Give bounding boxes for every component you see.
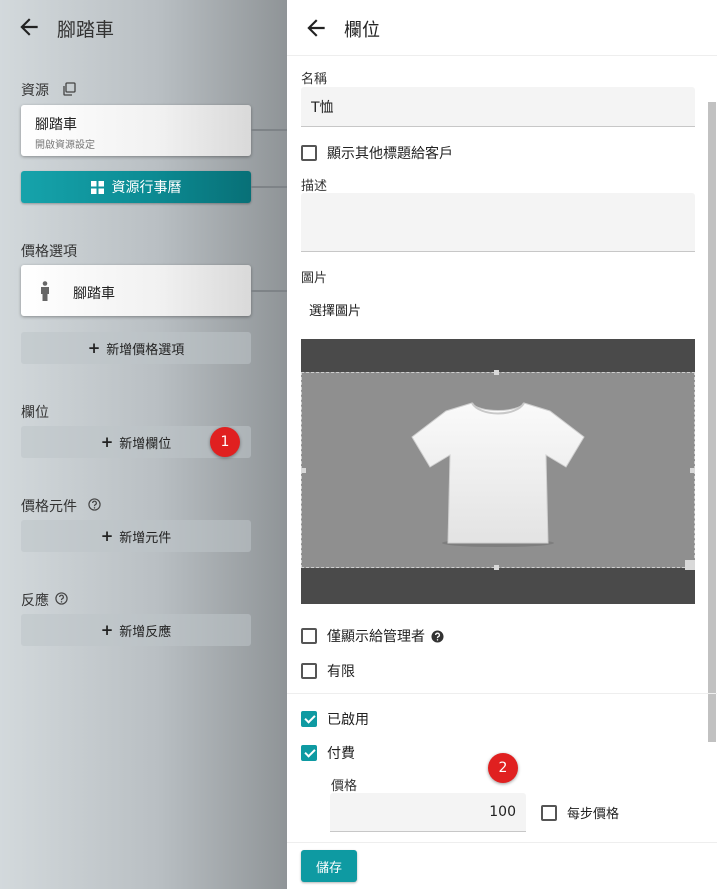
price-option-card[interactable]: 腳踏車 xyxy=(21,265,251,316)
resources-section-label: 資源 xyxy=(21,83,49,99)
admin-only-label: 僅顯示給管理者 xyxy=(327,629,425,645)
add-price-option-label: 新增價格選項 xyxy=(106,342,185,358)
step-badge-2: 2 xyxy=(488,753,518,783)
price-input[interactable] xyxy=(330,793,526,832)
resource-calendar-label: 資源行事曆 xyxy=(111,180,182,196)
scrollbar[interactable] xyxy=(708,102,716,742)
tshirt-image xyxy=(411,402,585,547)
back-arrow-icon[interactable] xyxy=(303,15,329,41)
field-editor-panel: 欄位 名稱 顯示其他標題給客戶 描述 圖片 選擇圖片 xyxy=(287,0,717,889)
show-other-title-label: 顯示其他標題給客戶 xyxy=(327,146,453,162)
price-option-card-name: 腳踏車 xyxy=(73,286,115,302)
crop-handle[interactable] xyxy=(494,370,499,375)
resource-card-subtitle: 開啟資源設定 xyxy=(35,140,95,151)
enabled-label: 已啟用 xyxy=(327,712,369,728)
add-price-option-button[interactable]: + 新增價格選項 xyxy=(21,332,251,364)
plus-icon: + xyxy=(100,621,114,639)
enabled-row[interactable]: 已啟用 xyxy=(301,709,369,729)
fields-section-label: 欄位 xyxy=(21,405,49,421)
plus-icon: + xyxy=(100,527,114,545)
limited-row[interactable]: 有限 xyxy=(301,661,355,681)
admin-only-row[interactable]: 僅顯示給管理者 xyxy=(301,626,444,646)
paid-row[interactable]: 付費 xyxy=(301,743,355,763)
step-badge-1: 1 xyxy=(210,427,240,457)
name-label: 名稱 xyxy=(301,72,328,87)
show-other-title-checkbox[interactable] xyxy=(301,145,317,161)
reactions-section-label: 反應 xyxy=(21,593,49,609)
card-connector xyxy=(251,290,287,292)
resource-card-name: 腳踏車 xyxy=(35,117,77,133)
person-icon xyxy=(41,281,49,301)
per-step-price-row[interactable]: 每步價格 xyxy=(541,803,619,822)
footer-divider xyxy=(287,842,717,843)
save-button[interactable]: 儲存 xyxy=(301,850,357,882)
add-component-label: 新增元件 xyxy=(119,530,172,546)
crop-handle[interactable] xyxy=(690,468,695,473)
grid-icon xyxy=(90,180,104,194)
per-step-price-checkbox[interactable] xyxy=(541,804,557,821)
choose-image-button[interactable]: 選擇圖片 xyxy=(309,300,361,319)
help-icon[interactable] xyxy=(431,629,444,643)
sidebar-header: 腳踏車 xyxy=(0,0,287,56)
show-other-title-row[interactable]: 顯示其他標題給客戶 xyxy=(301,143,453,163)
add-reaction-label: 新增反應 xyxy=(119,624,172,640)
paid-label: 付費 xyxy=(327,746,355,762)
plus-icon: + xyxy=(87,339,101,357)
back-arrow-icon[interactable] xyxy=(16,14,42,40)
price-label: 價格 xyxy=(331,779,358,794)
plus-icon: + xyxy=(100,433,114,451)
resource-sidebar: 腳踏車 資源 腳踏車 開啟資源設定 資源行事曆 價格選項 腳踏車 + 新增價格選… xyxy=(0,0,287,889)
enabled-checkbox[interactable] xyxy=(301,711,317,727)
editor-title: 欄位 xyxy=(344,20,380,41)
crop-handle[interactable] xyxy=(301,468,306,473)
sidebar-title: 腳踏車 xyxy=(57,19,115,41)
button-connector xyxy=(251,186,287,188)
name-input[interactable] xyxy=(301,87,695,127)
price-components-section-label: 價格元件 xyxy=(21,499,77,515)
crop-corner-handle[interactable] xyxy=(685,560,695,570)
description-input[interactable] xyxy=(301,193,695,252)
help-icon[interactable] xyxy=(55,592,68,605)
per-step-price-label: 每步價格 xyxy=(567,807,620,822)
resource-calendar-button[interactable]: 資源行事曆 xyxy=(21,171,251,203)
admin-only-checkbox[interactable] xyxy=(301,628,317,644)
resource-card[interactable]: 腳踏車 開啟資源設定 xyxy=(21,105,251,156)
limited-label: 有限 xyxy=(327,664,355,680)
description-label: 描述 xyxy=(301,179,328,194)
card-connector xyxy=(251,129,287,131)
add-field-label: 新增欄位 xyxy=(119,436,172,452)
limited-checkbox[interactable] xyxy=(301,663,317,679)
copy-icon[interactable] xyxy=(62,82,76,96)
image-label: 圖片 xyxy=(301,271,328,286)
image-cropper[interactable] xyxy=(301,339,695,604)
editor-header: 欄位 xyxy=(287,0,717,56)
add-component-button[interactable]: + 新增元件 xyxy=(21,520,251,552)
paid-checkbox[interactable] xyxy=(301,745,317,761)
help-icon[interactable] xyxy=(88,498,101,511)
price-options-section-label: 價格選項 xyxy=(21,244,77,260)
crop-handle[interactable] xyxy=(494,565,499,570)
add-reaction-button[interactable]: + 新增反應 xyxy=(21,614,251,646)
crop-selection[interactable] xyxy=(301,372,695,568)
section-divider xyxy=(287,693,717,694)
